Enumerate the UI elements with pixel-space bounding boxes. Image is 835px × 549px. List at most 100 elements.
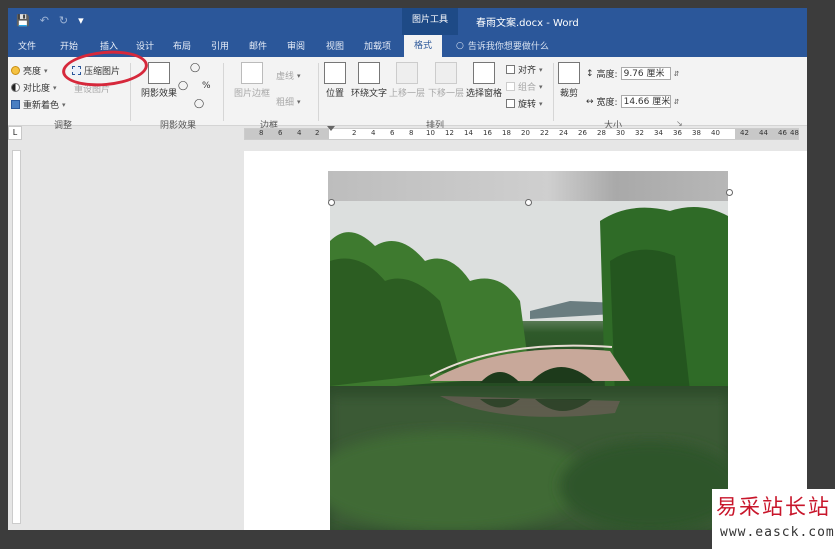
chevron-down-icon: ▾ — [53, 83, 57, 92]
contrast-button[interactable]: 对比度 ▾ — [11, 81, 57, 94]
chevron-down-icon: ▾ — [539, 99, 543, 108]
height-label: 高度: — [596, 70, 618, 80]
height-input[interactable]: 9.76 厘米 — [620, 67, 671, 80]
resize-handle-top[interactable] — [525, 199, 532, 206]
send-backward-button[interactable]: 下移一层 — [428, 62, 464, 99]
position-label: 位置 — [325, 89, 344, 99]
brightness-button[interactable]: 亮度 ▾ — [11, 64, 48, 77]
ruler-tick: 10 — [426, 129, 435, 137]
chevron-down-icon: ▾ — [297, 97, 301, 106]
crop-button[interactable]: 裁剪 — [558, 62, 580, 99]
tab-format[interactable]: 格式 — [404, 35, 443, 57]
tell-me-label: 告诉我你想要做什么 — [467, 42, 549, 52]
group-label: 组合 — [518, 83, 537, 93]
position-button[interactable]: 位置 — [324, 62, 346, 99]
ruler-tab-selector[interactable]: L — [8, 126, 22, 140]
crop-icon — [558, 62, 580, 84]
contrast-icon — [11, 83, 20, 92]
tab-addins[interactable]: 加载项 — [364, 39, 391, 52]
height-control: ↕ 高度: 9.76 厘米 ⇵ — [586, 67, 679, 80]
ruler-tick: 38 — [692, 129, 701, 137]
ruler-tick: 8 — [259, 129, 264, 137]
tab-references[interactable]: 引用 — [211, 39, 229, 52]
selection-pane-label: 选择窗格 — [466, 89, 503, 99]
dashes-label: 虚线 — [276, 72, 295, 82]
shadow-nudge-up-icon[interactable]: ◯ — [190, 63, 200, 73]
brightness-label: 亮度 — [23, 67, 42, 77]
group-button[interactable]: 组合 ▾ — [506, 80, 543, 93]
vertical-ruler[interactable] — [12, 150, 21, 524]
indent-marker-icon[interactable] — [327, 126, 335, 131]
rotate-button[interactable]: 旋转 ▾ — [506, 97, 543, 110]
align-button[interactable]: 对齐 ▾ — [506, 63, 543, 76]
width-input[interactable]: 14.66 厘米 — [620, 95, 671, 108]
picture-border-button[interactable]: 图片边框 — [234, 62, 270, 99]
ruler-tick: 14 — [464, 129, 473, 137]
send-backward-label: 下移一层 — [428, 89, 465, 99]
tab-review[interactable]: 审阅 — [287, 39, 305, 52]
selection-pane-icon — [473, 62, 495, 84]
ruler-tick: 32 — [635, 129, 644, 137]
ruler-tick: 4 — [297, 129, 302, 137]
weight-button[interactable]: 粗细 ▾ — [276, 95, 301, 109]
tab-layout[interactable]: 布局 — [173, 39, 191, 52]
undo-icon[interactable]: ↶ — [40, 14, 49, 28]
ruler-tick: 46 — [778, 129, 787, 137]
width-control: ↔ 宽度: 14.66 厘米 ⇵ — [586, 95, 679, 108]
bridge-picture[interactable] — [330, 201, 728, 530]
ruler-tick: 4 — [371, 129, 376, 137]
contrast-label: 对比度 — [23, 84, 51, 94]
pen-icon — [241, 62, 263, 84]
brightness-icon — [11, 66, 20, 75]
wrap-text-button[interactable]: 环绕文字 — [351, 62, 387, 99]
spinner-icon[interactable]: ⇵ — [674, 98, 680, 106]
chevron-down-icon: ▾ — [62, 100, 66, 109]
chevron-down-icon: ▾ — [297, 71, 301, 80]
rotate-icon — [506, 99, 515, 108]
group-separator — [223, 63, 224, 121]
horizontal-ruler[interactable]: 8 6 4 2 2 4 6 8 10 12 14 16 18 20 22 24 … — [244, 126, 799, 140]
bring-forward-button[interactable]: 上移一层 — [389, 62, 425, 99]
shadow-nudge-down-icon[interactable]: ◯ — [194, 99, 204, 109]
weight-label: 粗细 — [276, 98, 295, 108]
lightbulb-icon: ○ — [456, 40, 464, 51]
width-label: 宽度: — [596, 98, 618, 108]
align-label: 对齐 — [518, 66, 537, 76]
tab-home[interactable]: 开始 — [60, 39, 78, 52]
dashes-button[interactable]: 虚线 ▾ — [276, 69, 301, 83]
rotate-label: 旋转 — [518, 100, 537, 110]
tab-view[interactable]: 视图 — [326, 39, 344, 52]
shadow-toggle-icon[interactable]: % — [202, 81, 211, 91]
resize-handle-top-left[interactable] — [328, 199, 335, 206]
selection-pane-button[interactable]: 选择窗格 — [466, 62, 502, 99]
watermark: 易采站长站 www.easck.com — [712, 489, 835, 549]
group-separator — [318, 63, 319, 121]
tell-me-search[interactable]: ○ 告诉我你想要做什么 — [456, 39, 549, 53]
ruler-tick: 6 — [278, 129, 283, 137]
shadow-nudge-left-icon[interactable]: ◯ — [178, 81, 188, 91]
rotate-handle[interactable] — [726, 189, 733, 196]
redo-icon[interactable]: ↻ — [59, 14, 68, 28]
landscape-image — [330, 201, 728, 530]
adjust-group-label: 调整 — [54, 121, 73, 131]
ruler-tick: 6 — [390, 129, 395, 137]
recolor-button[interactable]: 重新着色 ▾ — [11, 98, 66, 111]
ruler-tick: 30 — [616, 129, 625, 137]
ruler-tick: 34 — [654, 129, 663, 137]
watermark-url: www.easck.com — [720, 525, 835, 540]
save-icon[interactable]: 💾 — [16, 14, 30, 28]
header-blur-band — [328, 171, 728, 201]
chevron-down-icon: ▾ — [539, 82, 543, 91]
tab-design[interactable]: 设计 — [136, 39, 154, 52]
ruler-tick: 48 — [790, 129, 799, 137]
align-icon — [506, 65, 515, 74]
document-title: 春雨文案.docx - Word — [476, 18, 579, 29]
tab-file[interactable]: 文件 — [18, 39, 36, 52]
ruler-tick: 42 — [740, 129, 749, 137]
recolor-icon — [11, 100, 20, 109]
customize-icon[interactable]: ▾ — [78, 14, 84, 28]
spinner-icon[interactable]: ⇵ — [674, 70, 680, 78]
tab-mailings[interactable]: 邮件 — [249, 39, 267, 52]
dialog-launcher-icon[interactable]: ↘ — [676, 119, 683, 128]
crop-label: 裁剪 — [559, 89, 578, 99]
